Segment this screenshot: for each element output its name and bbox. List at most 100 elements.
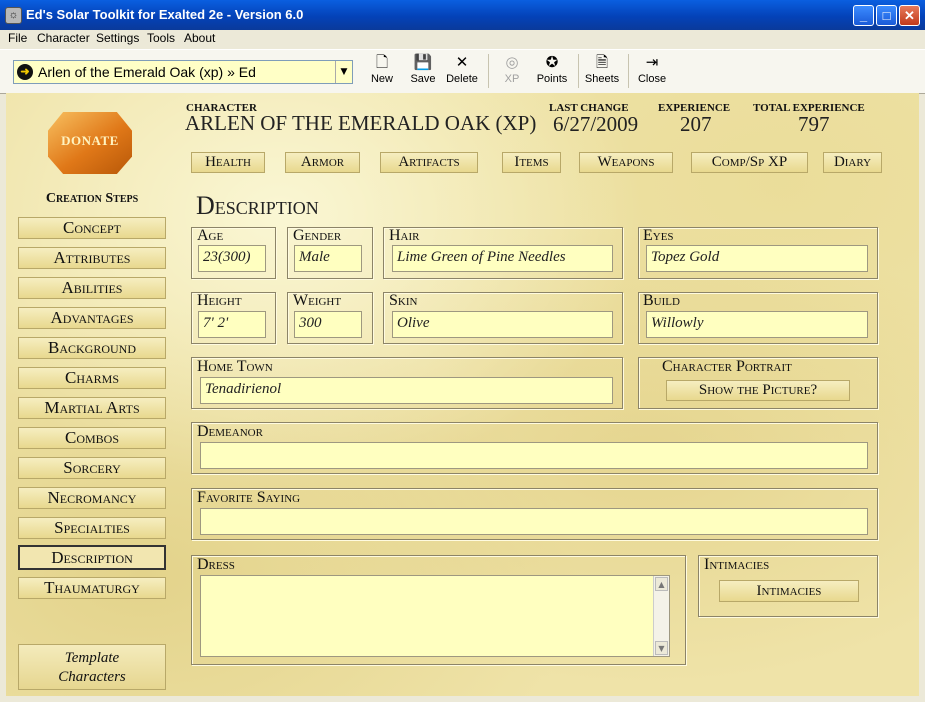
height-label: Height [197, 292, 242, 309]
creation-steps-heading: Creation Steps [45, 191, 139, 206]
dress-label: Dress [197, 556, 235, 573]
menu-bar: File Character Settings Tools About [0, 30, 925, 48]
template-line1: Template [64, 650, 120, 666]
menu-character[interactable]: Character [37, 31, 90, 45]
step-background[interactable]: Background [18, 337, 166, 359]
delete-label: Delete [446, 73, 478, 85]
save-button[interactable]: 💾 Save [408, 53, 438, 89]
title-bar: ☼ Ed's Solar Toolkit for Exalted 2e - Ve… [0, 0, 925, 30]
experience-value: 207 [680, 112, 712, 136]
skin-field[interactable]: Olive [392, 311, 613, 338]
step-necromancy[interactable]: Necromancy [18, 487, 166, 509]
gender-field[interactable]: Male [294, 245, 362, 272]
step-combos[interactable]: Combos [18, 427, 166, 449]
step-thaumaturgy[interactable]: Thaumaturgy [18, 577, 166, 599]
weight-label: Weight [293, 292, 342, 309]
step-charms[interactable]: Charms [18, 367, 166, 389]
status-bar [0, 696, 925, 702]
points-button[interactable]: ✪ Points [535, 53, 569, 89]
last-change-value: 6/27/2009 [553, 112, 639, 136]
delete-x-icon: ✕ [455, 54, 469, 71]
toolbar-separator [488, 54, 489, 88]
menu-settings[interactable]: Settings [96, 31, 139, 45]
close-label: Close [637, 73, 667, 85]
step-sorcery[interactable]: Sorcery [18, 457, 166, 479]
hair-label: Hair [389, 227, 420, 244]
age-field[interactable]: 23(300) [198, 245, 266, 272]
step-abilities[interactable]: Abilities [18, 277, 166, 299]
tab-items[interactable]: Items [502, 152, 561, 173]
dress-scrollbar[interactable]: ▲ ▼ [653, 576, 669, 656]
step-description[interactable]: Description [18, 545, 166, 570]
new-button[interactable]: 🗋 New [368, 53, 396, 89]
xp-icon: ◎ [505, 54, 519, 71]
template-characters-button[interactable]: Template Characters [18, 644, 166, 690]
height-field[interactable]: 7' 2' [198, 311, 266, 338]
eyes-field[interactable]: Topez Gold [646, 245, 868, 272]
tab-health[interactable]: Health [191, 152, 265, 173]
scroll-down-icon[interactable]: ▼ [655, 641, 668, 655]
close-window-button[interactable]: ✕ [899, 5, 920, 26]
minimize-button[interactable]: _ [853, 5, 874, 26]
xp-label: XP [504, 73, 520, 85]
floppy-icon: 💾 [413, 54, 433, 71]
sheets-button[interactable]: 🗎 Sheets [584, 53, 620, 89]
points-label: Points [536, 73, 568, 85]
menu-about[interactable]: About [184, 31, 215, 45]
weight-field[interactable]: 300 [294, 311, 362, 338]
menu-file[interactable]: File [8, 31, 27, 45]
toolbar-separator [578, 54, 579, 88]
character-select-value: Arlen of the Emerald Oak (xp) » Ed [38, 64, 256, 80]
tab-comp-sp-xp[interactable]: Comp/Sp XP [691, 152, 808, 173]
intimacies-button[interactable]: Intimacies [719, 580, 859, 602]
template-line2: Characters [58, 669, 126, 685]
build-field[interactable]: Willowly [646, 311, 868, 338]
show-picture-button[interactable]: Show the Picture? [666, 380, 850, 401]
hair-field[interactable]: Lime Green of Pine Needles [392, 245, 613, 272]
sheets-label: Sheets [584, 73, 620, 85]
gender-label: Gender [293, 227, 342, 244]
age-label: Age [197, 227, 224, 244]
sheets-icon: 🗎 [595, 54, 609, 71]
hometown-label: Home Town [197, 358, 273, 375]
step-specialties[interactable]: Specialties [18, 517, 166, 539]
delete-button[interactable]: ✕ Delete [444, 53, 480, 89]
step-attributes[interactable]: Attributes [18, 247, 166, 269]
app-icon: ☼ [5, 7, 22, 24]
exit-door-icon: ⇥ [645, 54, 659, 71]
points-icon: ✪ [545, 54, 559, 71]
tab-artifacts[interactable]: Artifacts [380, 152, 478, 173]
demeanor-field[interactable] [200, 442, 868, 469]
scroll-up-icon[interactable]: ▲ [655, 577, 668, 591]
intimacies-label: Intimacies [704, 556, 770, 573]
hometown-field[interactable]: Tenadirienol [200, 377, 613, 404]
arrow-icon: ➜ [17, 64, 33, 80]
tab-armor[interactable]: Armor [285, 152, 360, 173]
dress-textarea[interactable] [200, 575, 670, 657]
donate-label: DONATE [61, 133, 119, 148]
menu-tools[interactable]: Tools [147, 31, 175, 45]
skin-label: Skin [389, 292, 418, 309]
window-title: Ed's Solar Toolkit for Exalted 2e - Vers… [26, 7, 304, 22]
new-document-icon: 🗋 [375, 54, 389, 71]
step-advantages[interactable]: Advantages [18, 307, 166, 329]
description-title: Description [196, 191, 319, 220]
demeanor-label: Demeanor [197, 423, 263, 440]
step-concept[interactable]: Concept [18, 217, 166, 239]
favorite-saying-field[interactable] [200, 508, 868, 535]
maximize-button[interactable]: □ [876, 5, 897, 26]
donate-button[interactable]: DONATE [48, 112, 132, 174]
tab-weapons[interactable]: Weapons [579, 152, 673, 173]
new-label: New [370, 73, 393, 85]
save-label: Save [410, 73, 436, 85]
close-button[interactable]: ⇥ Close [637, 53, 667, 89]
character-select[interactable]: ➜ Arlen of the Emerald Oak (xp) » Ed ▼ [13, 60, 353, 84]
character-name: ARLEN OF THE EMERALD OAK (XP) [185, 111, 537, 135]
portrait-label: Character Portrait [662, 358, 792, 375]
chevron-down-icon[interactable]: ▼ [335, 61, 352, 83]
eyes-label: Eyes [643, 227, 674, 244]
xp-button[interactable]: ◎ XP [500, 53, 524, 89]
step-martial-arts[interactable]: Martial Arts [18, 397, 166, 419]
build-label: Build [643, 292, 680, 309]
tab-diary[interactable]: Diary [823, 152, 882, 173]
